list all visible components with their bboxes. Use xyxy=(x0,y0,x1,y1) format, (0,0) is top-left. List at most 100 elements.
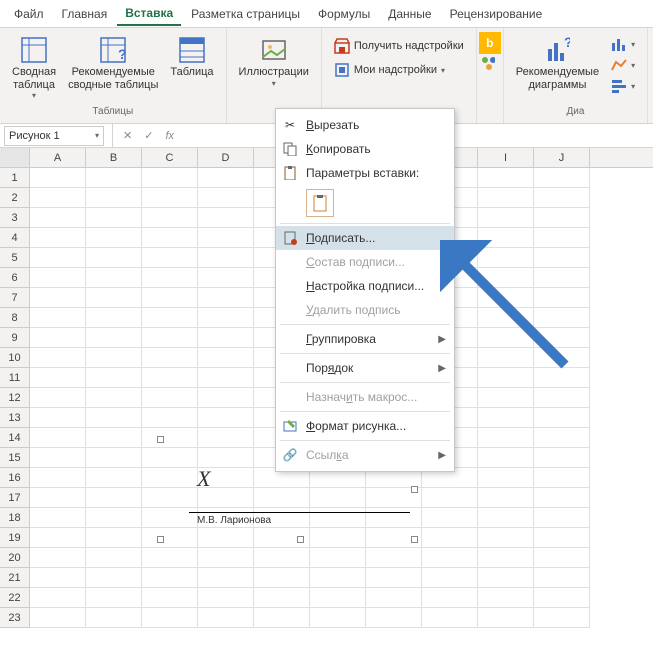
cell[interactable] xyxy=(30,548,86,568)
cell[interactable] xyxy=(198,408,254,428)
cell[interactable] xyxy=(534,268,590,288)
cell[interactable] xyxy=(86,448,142,468)
menu-format-picture[interactable]: Формат рисунка... xyxy=(276,414,454,438)
table-button[interactable]: Таблица xyxy=(166,32,217,83)
cell[interactable] xyxy=(30,308,86,328)
cell[interactable] xyxy=(86,428,142,448)
cell[interactable] xyxy=(142,228,198,248)
cell[interactable] xyxy=(422,528,478,548)
cell[interactable] xyxy=(478,208,534,228)
cell[interactable] xyxy=(254,588,310,608)
cell[interactable] xyxy=(310,528,366,548)
row-header-23[interactable]: 23 xyxy=(0,608,30,628)
col-header-I[interactable]: I xyxy=(478,148,534,167)
cell[interactable] xyxy=(478,388,534,408)
cell[interactable] xyxy=(142,408,198,428)
cell[interactable] xyxy=(142,188,198,208)
cell[interactable] xyxy=(142,368,198,388)
cell[interactable] xyxy=(534,528,590,548)
handle-nw[interactable] xyxy=(157,436,164,443)
cancel-formula-icon[interactable]: ✕ xyxy=(117,129,138,142)
cell[interactable] xyxy=(254,608,310,628)
menu-cut[interactable]: ✂ВВырезатьырезать xyxy=(276,113,454,137)
menu-order[interactable]: Порядок▶ xyxy=(276,356,454,380)
cell[interactable] xyxy=(142,268,198,288)
cell[interactable] xyxy=(478,608,534,628)
cell[interactable] xyxy=(478,168,534,188)
cell[interactable] xyxy=(142,168,198,188)
cell[interactable] xyxy=(142,328,198,348)
cell[interactable] xyxy=(142,428,198,448)
cell[interactable] xyxy=(142,448,198,468)
row-header-22[interactable]: 22 xyxy=(0,588,30,608)
pivot-table-button[interactable]: Сводная таблица▾ xyxy=(8,32,60,104)
cell[interactable] xyxy=(30,328,86,348)
cell[interactable] xyxy=(198,308,254,328)
cell[interactable] xyxy=(534,208,590,228)
row-header-12[interactable]: 12 xyxy=(0,388,30,408)
enter-formula-icon[interactable]: ✓ xyxy=(138,129,159,142)
cell[interactable] xyxy=(478,548,534,568)
select-all-corner[interactable] xyxy=(0,148,30,167)
cell[interactable] xyxy=(422,588,478,608)
cell[interactable] xyxy=(198,328,254,348)
cell[interactable] xyxy=(86,188,142,208)
row-header-2[interactable]: 2 xyxy=(0,188,30,208)
col-header-J[interactable]: J xyxy=(534,148,590,167)
chart-type-2[interactable]: ▾ xyxy=(607,55,639,75)
chart-type-1[interactable]: ▾ xyxy=(607,34,639,54)
cell[interactable] xyxy=(478,488,534,508)
col-header-D[interactable]: D xyxy=(198,148,254,167)
cell[interactable] xyxy=(86,468,142,488)
recommended-pivot-button[interactable]: ? Рекомендуемые сводные таблицы xyxy=(64,32,162,95)
handle-se[interactable] xyxy=(411,536,418,543)
cell[interactable] xyxy=(142,568,198,588)
cell[interactable] xyxy=(198,348,254,368)
cell[interactable] xyxy=(198,428,254,448)
cell[interactable] xyxy=(198,188,254,208)
cell[interactable] xyxy=(30,408,86,428)
row-header-20[interactable]: 20 xyxy=(0,548,30,568)
cell[interactable] xyxy=(310,548,366,568)
cell[interactable] xyxy=(198,228,254,248)
cell[interactable] xyxy=(30,188,86,208)
cell[interactable] xyxy=(86,168,142,188)
cell[interactable] xyxy=(478,428,534,448)
cell[interactable] xyxy=(198,368,254,388)
row-header-9[interactable]: 9 xyxy=(0,328,30,348)
tab-home[interactable]: Главная xyxy=(54,3,116,25)
cell[interactable] xyxy=(198,288,254,308)
cell[interactable] xyxy=(422,608,478,628)
cell[interactable] xyxy=(310,608,366,628)
row-header-1[interactable]: 1 xyxy=(0,168,30,188)
cell[interactable] xyxy=(198,608,254,628)
cell[interactable] xyxy=(30,508,86,528)
handle-sw[interactable] xyxy=(157,536,164,543)
cell[interactable] xyxy=(198,388,254,408)
cell[interactable] xyxy=(478,368,534,388)
cell[interactable] xyxy=(86,608,142,628)
cell[interactable] xyxy=(198,168,254,188)
bing-icon[interactable]: b xyxy=(479,32,501,54)
cell[interactable] xyxy=(30,568,86,588)
name-box[interactable]: Рисунок 1▾ xyxy=(4,126,104,146)
cell[interactable] xyxy=(142,208,198,228)
row-header-3[interactable]: 3 xyxy=(0,208,30,228)
row-header-21[interactable]: 21 xyxy=(0,568,30,588)
cell[interactable] xyxy=(478,328,534,348)
cell[interactable] xyxy=(534,388,590,408)
cell[interactable] xyxy=(478,228,534,248)
cell[interactable] xyxy=(86,268,142,288)
cell[interactable] xyxy=(534,368,590,388)
cell[interactable] xyxy=(478,588,534,608)
cell[interactable] xyxy=(86,548,142,568)
tab-insert[interactable]: Вставка xyxy=(117,2,181,26)
cell[interactable] xyxy=(142,608,198,628)
cell[interactable] xyxy=(534,328,590,348)
cell[interactable] xyxy=(366,568,422,588)
cell[interactable] xyxy=(198,208,254,228)
tab-file[interactable]: Файл xyxy=(6,3,52,25)
row-header-19[interactable]: 19 xyxy=(0,528,30,548)
cell[interactable] xyxy=(534,428,590,448)
cell[interactable] xyxy=(534,308,590,328)
